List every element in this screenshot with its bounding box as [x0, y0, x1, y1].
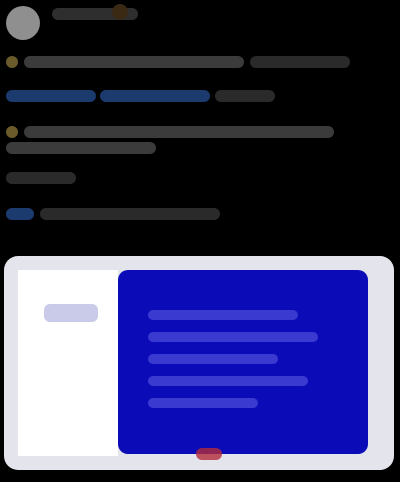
- verified-badge-icon: [112, 4, 128, 20]
- post-text-line: [24, 126, 334, 138]
- post-link[interactable]: [100, 90, 210, 102]
- image-left-panel: [18, 270, 118, 456]
- post-text-line: [40, 208, 220, 220]
- post-text-line: [250, 56, 350, 68]
- social-post: [0, 0, 400, 482]
- emoji-icon: [6, 126, 18, 138]
- post-text-line: [6, 172, 76, 184]
- image-text-line: [148, 332, 318, 342]
- image-logo: [44, 304, 98, 322]
- emoji-icon: [6, 56, 18, 68]
- image-indicator: [196, 448, 222, 460]
- hashtag-link[interactable]: [6, 208, 34, 220]
- image-text-line: [148, 398, 258, 408]
- post-image[interactable]: [4, 256, 394, 470]
- post-link[interactable]: [6, 90, 96, 102]
- image-text-line: [148, 310, 298, 320]
- image-text-line: [148, 354, 278, 364]
- post-text-line: [6, 142, 156, 154]
- author-avatar[interactable]: [6, 6, 40, 40]
- image-right-panel: [118, 270, 368, 454]
- post-text-line: [215, 90, 275, 102]
- image-text-line: [148, 376, 308, 386]
- post-text-line: [24, 56, 244, 68]
